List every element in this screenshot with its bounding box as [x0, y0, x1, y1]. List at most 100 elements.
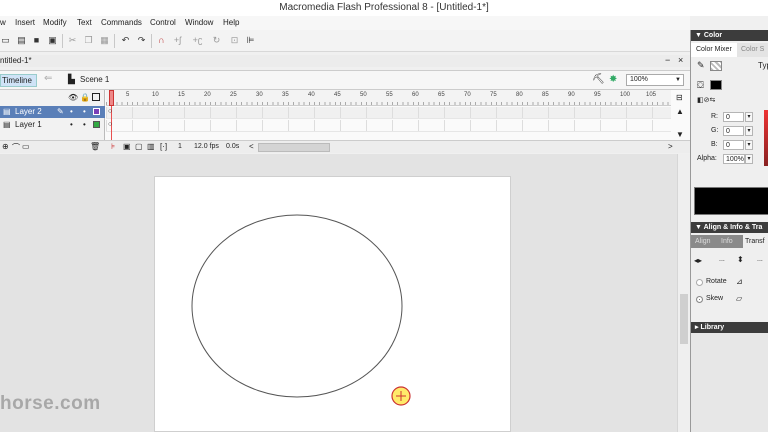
copy-icon[interactable]: ❐	[83, 35, 94, 46]
onion-skin-icon[interactable]: ▣	[123, 142, 131, 151]
scroll-thumb[interactable]	[680, 294, 688, 344]
frame-view-menu-icon[interactable]: ⊟	[676, 93, 683, 102]
stage-canvas[interactable]	[155, 177, 512, 432]
frame-rate[interactable]: 12.0 fps	[194, 143, 219, 150]
scroll-down-icon[interactable]: ▼	[676, 130, 684, 139]
r-dropdown[interactable]: ▾	[745, 112, 753, 122]
frame-row-2[interactable]	[106, 107, 671, 119]
menu-window-partial[interactable]: w	[0, 17, 6, 29]
scroll-right-icon[interactable]: >	[668, 142, 673, 151]
redo-icon[interactable]: ↷	[136, 35, 147, 46]
menu-window[interactable]: Window	[185, 17, 213, 29]
print-icon[interactable]: ▣	[47, 35, 58, 46]
frame-ruler[interactable]: 5 10 15 20 25 30 35 40 45 50 55 60 65 70 75 80 85 90 95 100…	[106, 90, 671, 106]
visible-dot[interactable]: •	[70, 106, 73, 118]
layer-color-swatch[interactable]	[93, 121, 100, 128]
color-spectrum[interactable]	[764, 110, 768, 166]
timeline-scroll-thumb[interactable]	[258, 143, 330, 152]
scene-label[interactable]: Scene 1	[80, 75, 109, 84]
frame-row-1[interactable]	[106, 120, 671, 132]
swap-colors-icon[interactable]: ◧⊘⇆	[697, 96, 715, 104]
menu-commands[interactable]: Commands	[101, 17, 142, 29]
lock-dot[interactable]: •	[83, 119, 86, 131]
lock-dot[interactable]: •	[83, 106, 86, 118]
timeline-toggle-button[interactable]: Timeline	[0, 74, 37, 87]
layer-row-1[interactable]: ▤ Layer 1 • •	[0, 119, 105, 131]
alpha-dropdown[interactable]: ▾	[745, 154, 753, 164]
layer-color-swatch[interactable]	[93, 108, 100, 115]
document-tab[interactable]: ntitled-1*	[0, 55, 32, 67]
library-panel-header[interactable]: ▸ Library	[691, 322, 768, 333]
menu-insert[interactable]: Insert	[15, 17, 35, 29]
tab-color-mixer[interactable]: Color Mixer	[691, 43, 737, 57]
edit-multiple-icon[interactable]: ▥	[147, 142, 155, 151]
edit-symbols-icon[interactable]: ✸	[609, 74, 617, 85]
snap-icon[interactable]: ∩	[156, 35, 167, 46]
width-value[interactable]: ...	[719, 256, 725, 263]
drawn-ellipse[interactable]	[191, 214, 403, 398]
menu-text[interactable]: Text	[77, 17, 92, 29]
onion-outline-icon[interactable]: ▢	[135, 142, 143, 151]
menu-modify[interactable]: Modify	[43, 17, 67, 29]
align-panel-header[interactable]: ▼ Align & Info & Tra	[691, 222, 768, 233]
cut-icon[interactable]: ✂	[67, 35, 78, 46]
menu-control[interactable]: Control	[150, 17, 176, 29]
fill-color-swatch[interactable]	[710, 80, 722, 90]
straighten-icon[interactable]: +ʗ	[192, 35, 203, 46]
add-folder-icon[interactable]: ▭	[22, 142, 30, 151]
scroll-up-icon[interactable]: ▲	[676, 107, 684, 116]
stage-vertical-scrollbar[interactable]	[677, 154, 690, 432]
center-frame-icon[interactable]: ⊧	[111, 142, 115, 151]
rotate-icon[interactable]: ↻	[211, 35, 222, 46]
tab-color-swatches[interactable]: Color S	[741, 43, 764, 57]
keyframe-dot[interactable]: ○	[108, 108, 112, 115]
stroke-pencil-icon[interactable]: ✎	[697, 60, 705, 71]
b-input[interactable]: 0	[723, 140, 744, 150]
outline-icon[interactable]	[92, 93, 100, 101]
close-doc-icon[interactable]: ×	[678, 55, 683, 65]
r-input[interactable]: 0	[723, 112, 744, 122]
visible-dot[interactable]: •	[70, 119, 73, 131]
alpha-input[interactable]: 100%	[723, 154, 745, 164]
skew-radio[interactable]	[696, 296, 703, 303]
stage[interactable]	[154, 176, 511, 432]
align-icon[interactable]: ⊫	[245, 35, 256, 46]
scale-icon[interactable]: ⊡	[229, 35, 240, 46]
modify-markers-icon[interactable]: [·]	[160, 142, 167, 151]
b-dropdown[interactable]: ▾	[745, 140, 753, 150]
layer-name[interactable]: Layer 1	[15, 119, 42, 131]
tab-align[interactable]: Align	[695, 235, 711, 248]
back-arrow-icon[interactable]: ⇐	[44, 73, 52, 84]
rotate-radio[interactable]	[696, 279, 703, 286]
delete-layer-icon[interactable]: 🗑	[90, 142, 100, 151]
edit-scene-icon[interactable]: ⛏	[592, 74, 605, 85]
add-guide-icon[interactable]: ⌒	[12, 142, 20, 153]
save-icon[interactable]: ■	[31, 35, 42, 46]
zoom-select[interactable]: 100% ▼	[626, 74, 684, 86]
ruler-tick-label: 35	[282, 92, 289, 98]
layer-row-2[interactable]: ▤ Layer 2 ✎ • •	[0, 106, 105, 118]
g-input[interactable]: 0	[723, 126, 744, 136]
timeline-status-bar: ⊕ ⌒ ▭ 🗑 ⊧ ▣ ▢ ▥ [·] 1 12.0 fps 0.0s < >	[0, 140, 690, 153]
scroll-left-icon[interactable]: <	[249, 142, 254, 151]
new-icon[interactable]: ▭	[0, 35, 11, 46]
lock-icon[interactable]: 🔒	[80, 93, 90, 102]
fill-bucket-icon[interactable]: ⛋	[697, 80, 704, 91]
minimize-doc-icon[interactable]: −	[665, 55, 670, 65]
tab-info[interactable]: Info	[721, 235, 733, 248]
layer-name[interactable]: Layer 2	[15, 106, 42, 118]
tab-transform[interactable]: Transf	[743, 235, 768, 248]
smooth-icon[interactable]: +ʃ	[172, 35, 183, 46]
open-icon[interactable]: ▤	[16, 35, 27, 46]
stroke-color-swatch[interactable]	[710, 61, 722, 71]
color-panel-header[interactable]: ▼ Color	[691, 30, 768, 41]
playhead[interactable]	[109, 90, 114, 106]
menu-help[interactable]: Help	[223, 17, 239, 29]
g-dropdown[interactable]: ▾	[745, 126, 753, 136]
paste-icon[interactable]: ▦	[99, 35, 110, 46]
undo-icon[interactable]: ↶	[120, 35, 131, 46]
add-layer-icon[interactable]: ⊕	[2, 142, 9, 151]
height-value[interactable]: ...	[757, 256, 763, 263]
eye-icon[interactable]: 👁	[68, 93, 78, 102]
keyframe-dot[interactable]: ○	[108, 121, 112, 128]
